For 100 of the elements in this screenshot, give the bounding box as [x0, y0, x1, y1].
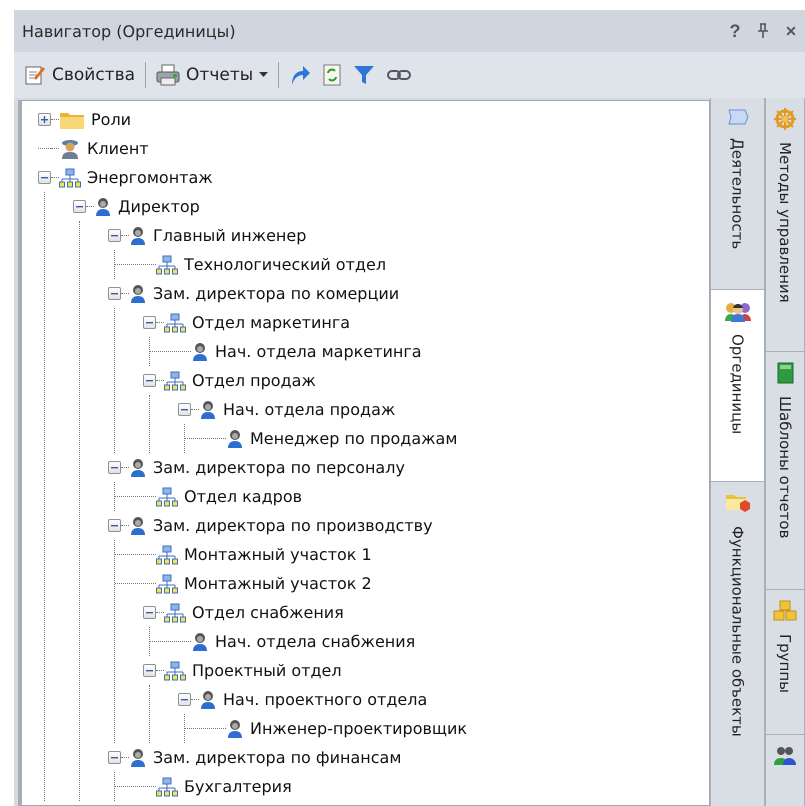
close-button[interactable]: ×: [777, 20, 805, 42]
redo-arrow-icon: [289, 63, 312, 87]
minus-icon: [76, 203, 83, 210]
person-icon: [94, 196, 112, 216]
tree-item[interactable]: Нач. отдела продаж: [223, 400, 396, 419]
expand-button[interactable]: [38, 113, 51, 126]
pin-icon: [757, 23, 769, 39]
person-icon: [199, 400, 217, 420]
person-icon: [129, 226, 147, 246]
tree-item[interactable]: Инженер-проектировщик: [250, 719, 468, 738]
tree-item[interactable]: Зам. директора по производству: [153, 516, 433, 535]
tree-item[interactable]: Главный инженер: [153, 226, 306, 245]
person-icon: [191, 632, 209, 652]
org-chart-icon: [164, 602, 186, 622]
collapse-button[interactable]: [178, 693, 191, 706]
tree-item[interactable]: Зам. директора по комерции: [153, 284, 400, 303]
cubes-icon: [772, 600, 798, 622]
person-icon: [129, 458, 147, 478]
side-tab[interactable]: Группы: [765, 590, 805, 735]
printer-icon: [156, 64, 180, 86]
link-icon: [387, 68, 412, 82]
tree-item[interactable]: Отдел маркетинга: [192, 313, 350, 332]
edit-document-icon: [24, 64, 46, 86]
link-button[interactable]: [385, 68, 414, 82]
tree-item[interactable]: Отдел продаж: [192, 371, 316, 390]
person-icon: [226, 718, 244, 738]
minus-icon: [111, 754, 118, 761]
minus-icon: [111, 232, 118, 239]
minus-icon: [181, 696, 188, 703]
side-tab[interactable]: [765, 735, 805, 806]
tree-item[interactable]: Менеджер по продажам: [250, 429, 458, 448]
plus-icon: [41, 116, 48, 123]
refresh-button[interactable]: [321, 64, 344, 86]
person-icon: [226, 428, 244, 448]
collapse-button[interactable]: [38, 171, 51, 184]
tree-item[interactable]: Клиент: [87, 139, 149, 158]
collapse-button[interactable]: [178, 403, 191, 416]
collapse-button[interactable]: [108, 461, 121, 474]
tree-item[interactable]: Нач. проектного отдела: [223, 690, 428, 709]
collapse-button[interactable]: [143, 664, 156, 677]
side-tab[interactable]: Функциональные объекты: [710, 482, 765, 806]
side-tab[interactable]: Деятельность: [710, 98, 765, 290]
collapse-button[interactable]: [143, 374, 156, 387]
folder-icon: [724, 492, 750, 514]
people-icon: [724, 300, 750, 322]
minus-icon: [146, 667, 153, 674]
org-chart-icon: [156, 544, 178, 564]
tree-item[interactable]: Отдел снабжения: [192, 603, 344, 622]
refresh-document-icon: [323, 64, 342, 86]
collapse-button[interactable]: [143, 606, 156, 619]
person-icon: [59, 138, 81, 160]
collapse-button[interactable]: [143, 316, 156, 329]
side-tab[interactable]: Методы управления: [765, 98, 805, 352]
org-chart-icon: [156, 486, 178, 506]
side-tab[interactable]: Оргединицы: [710, 290, 765, 482]
minus-icon: [111, 290, 118, 297]
tree-item[interactable]: Монтажный участок 2: [184, 574, 372, 593]
person-icon: [129, 516, 147, 536]
tree-item[interactable]: Технологический отдел: [184, 255, 386, 274]
org-chart-icon: [156, 776, 178, 796]
minus-icon: [181, 406, 188, 413]
minus-icon: [41, 174, 48, 181]
minus-icon: [146, 377, 153, 384]
org-chart-icon: [156, 254, 178, 274]
tree-item[interactable]: Монтажный участок 1: [184, 545, 372, 564]
tree-item[interactable]: Зам. директора по финансам: [153, 748, 402, 767]
tree-item[interactable]: Нач. отдела снабжения: [215, 632, 416, 651]
side-tab[interactable]: Шаблоны отчетов: [765, 352, 805, 590]
reports-button[interactable]: Отчеты: [154, 64, 270, 86]
filter-icon: [353, 64, 376, 86]
tree-item[interactable]: Отдел кадров: [184, 487, 302, 506]
tree-item[interactable]: Зам. директора по персоналу: [153, 458, 405, 477]
caret-icon: [259, 72, 268, 78]
org-chart-icon: [156, 574, 178, 594]
properties-button[interactable]: Свойства: [22, 64, 138, 86]
tree-item[interactable]: Роли: [91, 110, 132, 129]
minus-icon: [111, 464, 118, 471]
help-button[interactable]: ?: [721, 20, 749, 42]
collapse-button[interactable]: [108, 287, 121, 300]
org-chart-icon: [59, 168, 81, 188]
collapse-button[interactable]: [108, 751, 121, 764]
org-chart-icon: [164, 312, 186, 332]
minus-icon: [146, 319, 153, 326]
person-icon: [191, 342, 209, 362]
window-title: Навигатор (Оргединицы): [22, 22, 237, 40]
tree-item[interactable]: Директор: [118, 197, 200, 216]
tree-item[interactable]: Бухгалтерия: [184, 777, 292, 796]
tree-item[interactable]: Проектный отдел: [192, 661, 342, 680]
users-icon: [773, 745, 797, 767]
tree-item[interactable]: Энергомонтаж: [87, 168, 213, 187]
book-icon: [776, 362, 794, 384]
minus-icon: [146, 609, 153, 616]
org-chart-icon: [164, 370, 186, 390]
minus-icon: [111, 522, 118, 529]
collapse-button[interactable]: [108, 229, 121, 242]
tree-item[interactable]: Нач. отдела маркетинга: [215, 342, 422, 361]
collapse-button[interactable]: [108, 519, 121, 532]
org-chart-icon: [164, 660, 186, 680]
collapse-button[interactable]: [73, 200, 86, 213]
person-icon: [199, 690, 217, 710]
